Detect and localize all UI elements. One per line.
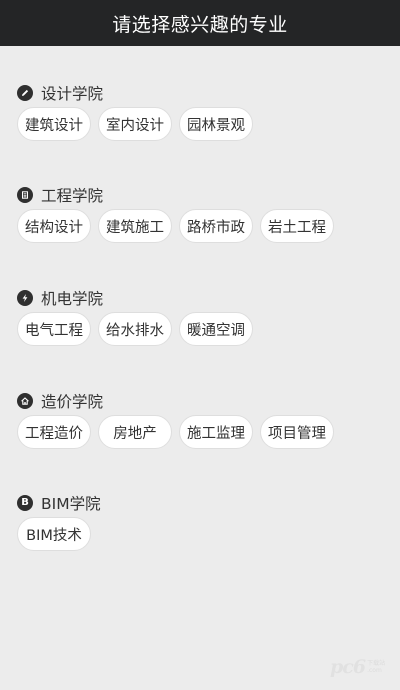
section-header: 工程学院 — [17, 185, 103, 205]
major-chip-bim-technology[interactable]: BIM技术 — [17, 517, 91, 551]
watermark-text: pc6 — [330, 656, 366, 678]
letter-b-icon: B — [17, 495, 33, 511]
section-header: B BIM学院 — [17, 493, 101, 513]
section-header: 设计学院 — [17, 83, 103, 103]
section-title: 造价学院 — [41, 393, 104, 411]
major-chip-list: 结构设计 建筑施工 路桥市政 岩土工程 — [17, 209, 341, 243]
major-chip-geotechnical[interactable]: 岩土工程 — [260, 209, 334, 243]
major-chip-hvac[interactable]: 暖通空调 — [179, 312, 253, 346]
icon-letter: B — [21, 497, 29, 508]
major-chip-real-estate[interactable]: 房地产 — [98, 415, 172, 449]
watermark-logo: pc6 下载站 .com — [330, 656, 385, 678]
major-chip-list: 建筑设计 室内设计 园林景观 — [17, 107, 260, 141]
document-icon — [17, 187, 33, 203]
lightning-icon — [17, 290, 33, 306]
major-chip-project-management[interactable]: 项目管理 — [260, 415, 334, 449]
major-chip-list: BIM技术 — [17, 517, 98, 551]
major-chip-construction-supervision[interactable]: 施工监理 — [179, 415, 253, 449]
section-title: 设计学院 — [41, 85, 104, 103]
major-chip-list: 电气工程 给水排水 暖通空调 — [17, 312, 260, 346]
major-chip-interior-design[interactable]: 室内设计 — [98, 107, 172, 141]
major-chip-list: 工程造价 房地产 施工监理 项目管理 — [17, 415, 341, 449]
house-icon — [17, 393, 33, 409]
section-title: 机电学院 — [41, 290, 104, 308]
major-chip-water-supply-drainage[interactable]: 给水排水 — [98, 312, 172, 346]
page-title: 请选择感兴趣的专业 — [112, 13, 288, 36]
major-chip-road-bridge[interactable]: 路桥市政 — [179, 209, 253, 243]
major-chip-building-construction[interactable]: 建筑施工 — [98, 209, 172, 243]
section-header: 机电学院 — [17, 288, 103, 308]
major-chip-cost-engineering[interactable]: 工程造价 — [17, 415, 91, 449]
major-chip-landscape[interactable]: 园林景观 — [179, 107, 253, 141]
watermark-line2: .com — [367, 667, 382, 674]
major-chip-architectural-design[interactable]: 建筑设计 — [17, 107, 91, 141]
pencil-icon — [17, 85, 33, 101]
watermark-line1: 下载站 — [367, 660, 386, 667]
major-chip-electrical-engineering[interactable]: 电气工程 — [17, 312, 91, 346]
section-title: 工程学院 — [41, 187, 104, 205]
major-chip-structural-design[interactable]: 结构设计 — [17, 209, 91, 243]
section-title: BIM学院 — [41, 495, 101, 513]
section-header: 造价学院 — [17, 391, 103, 411]
top-bar: 请选择感兴趣的专业 — [0, 0, 400, 46]
watermark-subtext: 下载站 .com — [367, 660, 385, 674]
